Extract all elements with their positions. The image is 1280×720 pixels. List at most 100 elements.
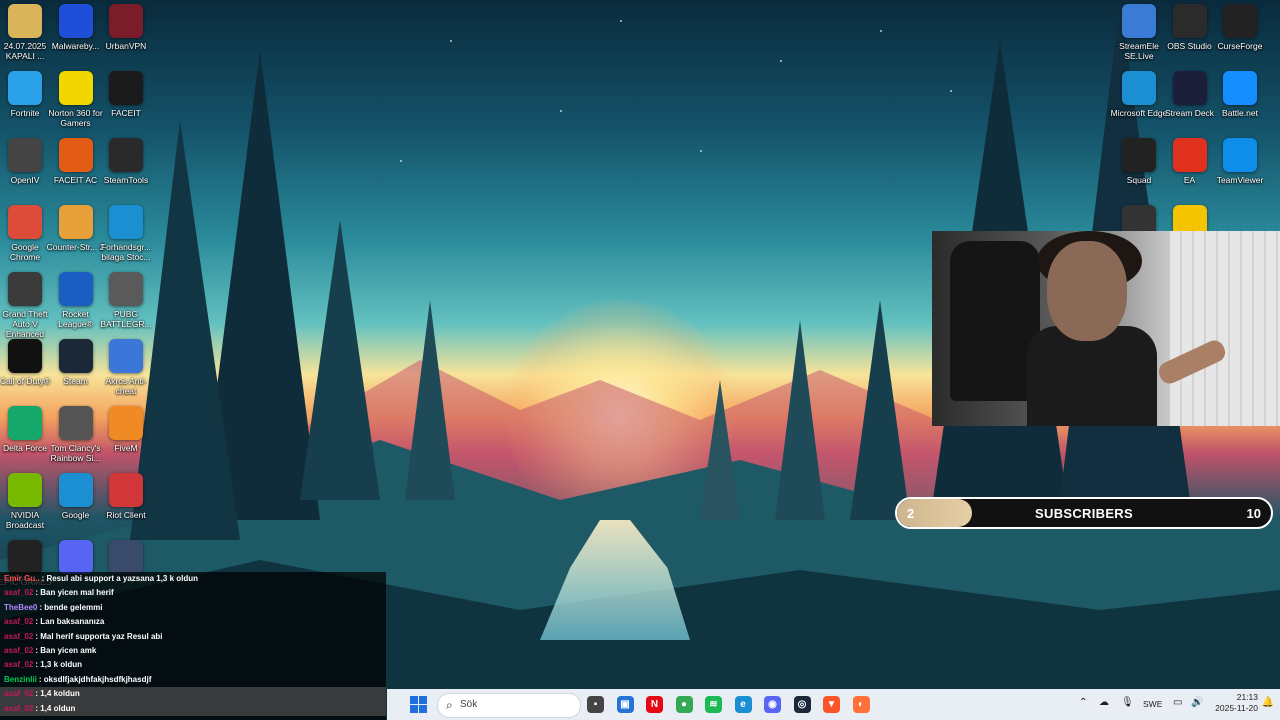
chat-username: asaf_02 xyxy=(4,588,34,598)
language-indicator[interactable]: SWE xyxy=(1143,699,1162,709)
desktop-icon[interactable]: UrbanVPN xyxy=(97,4,155,51)
shield-icon xyxy=(109,339,143,373)
chrome-icon[interactable]: ● xyxy=(675,696,693,713)
desktop-icon[interactable]: Stream Deck xyxy=(1161,71,1219,118)
firefox-icon[interactable]: ◐ xyxy=(852,696,870,713)
riot-icon xyxy=(109,473,143,507)
desktop-icon-label: Riot Client xyxy=(106,510,146,520)
desktop-icon[interactable]: OBS Studio xyxy=(1161,4,1219,51)
edge-icon[interactable]: e xyxy=(734,696,752,713)
desktop-icon-label: StreamEle SE.Live xyxy=(1119,41,1159,61)
desktop-icon[interactable]: Forhandsgr... bilaga Stoc... xyxy=(97,205,155,262)
desktop-icon-label: FiveM xyxy=(114,443,138,453)
edge-icon xyxy=(58,473,93,507)
desktop-icon[interactable]: StreamEle SE.Live xyxy=(1110,4,1168,61)
spotify-icon[interactable]: ≋ xyxy=(705,696,722,713)
desktop-icon[interactable]: FACEIT AC xyxy=(47,138,105,185)
rainbow-six-icon xyxy=(58,406,93,440)
desktop-icon-label: OBS Studio xyxy=(1167,41,1212,51)
obs-icon xyxy=(1172,4,1207,38)
steam-icon[interactable]: ◎ xyxy=(793,696,811,713)
chat-username: asaf_02 xyxy=(4,617,34,627)
chat-username: asaf_02 xyxy=(4,645,34,655)
chat-username: asaf_02 xyxy=(4,703,34,713)
chat-message: TheBee0: bende gelemmi xyxy=(0,601,386,615)
desktop-icon[interactable]: SteamTools xyxy=(97,138,155,185)
chat-message: Benzinlii: oksdlfjakjdhfakjhsdfkjhasdjf xyxy=(0,673,386,687)
store-icon[interactable]: ▣ xyxy=(616,696,634,713)
desktop-icon-label: Rocket League® xyxy=(58,309,93,329)
desktop-icon[interactable]: Steam xyxy=(47,339,105,386)
desktop-icon[interactable]: Tom Clancy's Rainbow Si... xyxy=(47,406,105,463)
desktop-icon-label: Akros Anti-cheat xyxy=(105,376,147,396)
notification-icon[interactable]: 🔔 xyxy=(1262,697,1274,708)
taskbar: ⌕ Sök ▪ ▣ N ● ≋ e ◉ ◎ ▼ ◐ ⌃ ☁ 🎙 SWE ▭ 🔊 21:13 202… xyxy=(387,689,1280,720)
desktop-icon-label: TeamViewer xyxy=(1216,175,1264,185)
desktop-icon-label: Microsoft Edge xyxy=(1110,108,1168,118)
network-icon[interactable]: ▭ xyxy=(1173,697,1182,708)
subscriber-goal-bar: 2 SUBSCRIBERS 10 xyxy=(895,497,1273,529)
volume-icon[interactable]: 🔊 xyxy=(1191,697,1203,708)
steamtools-icon xyxy=(109,138,143,172)
desktop-icon[interactable]: Counter-Str... 2 xyxy=(47,205,105,252)
desktop-icon-label: SteamTools xyxy=(103,175,149,185)
desktop-icon[interactable]: FACEIT xyxy=(97,71,155,118)
desktop-icon[interactable]: Norton 360 for Gamers xyxy=(47,71,105,128)
chat-message: Emir Gu..: Resul abi support a yazsana 1… xyxy=(0,572,386,586)
stream-deck-icon xyxy=(1172,71,1207,105)
subscriber-goal-title: SUBSCRIBERS xyxy=(1035,506,1133,521)
desktop-icon[interactable]: Riot Client xyxy=(97,473,155,520)
chat-text: : Resul abi support a yazsana 1,3 k oldu… xyxy=(41,574,199,583)
norton-icon xyxy=(58,71,93,105)
chat-text: : Ban yicen amk xyxy=(35,645,97,655)
desktop-icon[interactable]: Battle.net xyxy=(1211,71,1269,118)
folder-icon xyxy=(8,4,42,38)
desktop-icon[interactable]: FiveM xyxy=(97,406,155,453)
fortnite-icon xyxy=(8,71,42,105)
chat-text: : Lan baksananıza xyxy=(35,617,105,627)
taskbar-clock[interactable]: 21:13 2025-11-20 xyxy=(1215,692,1258,714)
ea-icon xyxy=(1172,138,1207,172)
microphone-icon[interactable]: 🎙 xyxy=(1121,697,1134,708)
brave-icon[interactable]: ▼ xyxy=(823,696,840,713)
chat-text: : 1,3 k oldun xyxy=(35,660,83,670)
edge-icon xyxy=(109,205,143,239)
desktop-icon[interactable]: TeamViewer xyxy=(1211,138,1269,185)
cod-icon xyxy=(8,339,42,373)
desktop-icon[interactable]: Rocket League® xyxy=(47,272,105,329)
delta-force-icon xyxy=(8,406,42,440)
chat-username: Benzinlii xyxy=(4,674,37,684)
chat-message: asaf_02: Ban yicen amk xyxy=(0,644,386,658)
chat-message: asaf_02: 1,4 koldun xyxy=(0,687,386,702)
desktop-icon-label: PUBG BATTLEGR... xyxy=(100,309,152,329)
battlenet-icon xyxy=(1223,71,1257,105)
chevron-up-icon[interactable]: ⌃ xyxy=(1079,697,1087,708)
desktop-icon[interactable]: Akros Anti-cheat xyxy=(97,339,155,396)
desktop-icon[interactable]: PUBG BATTLEGR... xyxy=(97,272,155,329)
pubg-icon xyxy=(109,272,143,306)
chat-text: : bende gelemmi xyxy=(39,602,103,612)
desktop-icon-label: Squad xyxy=(1126,175,1152,185)
curseforge-icon xyxy=(1223,4,1257,38)
desktop-icon[interactable]: Malwareby... xyxy=(47,4,105,51)
taskbar-search-box[interactable]: ⌕ Sök xyxy=(437,693,581,718)
chat-message: asaf_02: Mal herif supporta yaz Resul ab… xyxy=(0,630,386,644)
desktop-icon[interactable]: EA xyxy=(1161,138,1219,185)
desktop-icon[interactable]: CurseForge xyxy=(1211,4,1269,51)
desktop-icon[interactable]: Squad xyxy=(1110,138,1168,185)
chat-username: asaf_02 xyxy=(4,689,34,699)
clock-time: 21:13 xyxy=(1236,692,1258,702)
discord-icon xyxy=(58,540,93,574)
desktop-icon[interactable]: Google xyxy=(47,473,105,520)
desktop-icon-label: EA xyxy=(1183,175,1196,185)
netflix-icon[interactable]: N xyxy=(646,696,663,713)
desktop-icon[interactable]: Microsoft Edge xyxy=(1110,71,1168,118)
chat-message: asaf_02: 1,3 k oldun xyxy=(0,658,386,672)
chat-message: asaf_02: Ban yicen mal herif xyxy=(0,586,386,600)
discord-icon[interactable]: ◉ xyxy=(764,696,781,713)
file-explorer-icon[interactable]: ▪ xyxy=(587,696,604,713)
chat-overlay: Emir Gu..: Resul abi support a yazsana 1… xyxy=(0,572,386,720)
openiv-icon xyxy=(8,138,42,172)
start-button[interactable] xyxy=(410,696,427,713)
cloud-icon[interactable]: ☁ xyxy=(1099,697,1109,708)
